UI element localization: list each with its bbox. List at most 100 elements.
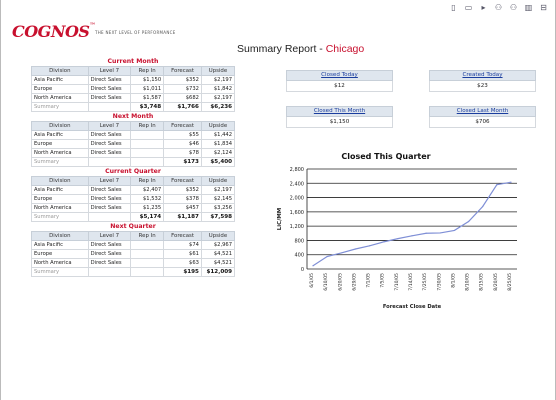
forecast-table: Division Level 7 Rep In Forecast Upside Asia …: [31, 121, 236, 167]
table-cell: Direct Sales: [87, 258, 132, 268]
summary-cell: $6,236: [200, 102, 236, 112]
table-cell: [130, 240, 165, 250]
closed-today-link[interactable]: Closed Today: [286, 70, 393, 81]
column-header: Forecast: [163, 176, 202, 186]
table-cell: $63: [163, 258, 202, 268]
column-header: Upside: [200, 66, 236, 76]
series-line: [312, 181, 512, 267]
summary-cell: [87, 212, 132, 222]
summary-cell: Summary: [31, 212, 89, 222]
table-cell: North America: [31, 148, 89, 158]
x-tick-label: 8/20/05: [493, 273, 499, 291]
x-tick-label: 7/30/05: [436, 273, 442, 291]
play-icon[interactable]: ▸: [478, 2, 489, 13]
table-cell: Asia Pacific: [31, 130, 89, 140]
summary-cell: [87, 267, 132, 277]
table-cell: $1,011: [130, 84, 165, 94]
summary-cell: [130, 267, 165, 277]
table-cell: $3,256: [200, 203, 236, 213]
report-toolbar: ▯ ▭ ▸ ⚇ ⚇ ▥ ⊟: [448, 2, 549, 13]
people-icon[interactable]: ⚇: [508, 2, 519, 13]
summary-cell: [87, 157, 132, 167]
chart-title: Closed This Quarter: [341, 152, 431, 161]
x-tick-label: 8/10/05: [465, 273, 471, 291]
table-row: North America Direct Sales $63 $4,521: [31, 258, 236, 268]
table-cell: Europe: [31, 194, 89, 204]
table-cell: $4,521: [200, 249, 236, 259]
table-cell: Direct Sales: [87, 93, 132, 103]
table-cell: $352: [163, 75, 202, 85]
forecast-table: Division Level 7 Rep In Forecast Upside Asia …: [31, 231, 236, 277]
table-row: Europe Direct Sales $1,011 $732 $1,842: [31, 84, 236, 94]
people-icon[interactable]: ⚇: [493, 2, 504, 13]
data-point: [467, 220, 470, 223]
column-header: Rep In: [130, 121, 165, 131]
column-header: Forecast: [163, 231, 202, 241]
table-row: North America Direct Sales $1,587 $682 $2,19…: [31, 93, 236, 103]
export-icon[interactable]: ⊟: [538, 2, 549, 13]
table-cell: [130, 148, 165, 158]
table-cell: $1,842: [200, 84, 236, 94]
column-header: Forecast: [163, 66, 202, 76]
page-icon[interactable]: ▯: [448, 2, 459, 13]
table-cell: $2,407: [130, 185, 165, 195]
created-today-link[interactable]: Created Today: [429, 70, 536, 81]
x-tick-label: 7/10/05: [394, 273, 400, 291]
table-cell: $1,532: [130, 194, 165, 204]
table-cell: Asia Pacific: [31, 185, 89, 195]
data-point: [439, 232, 441, 234]
x-tick-label: 7/5/05: [380, 273, 386, 288]
y-tick-label: 2,000: [290, 196, 304, 202]
data-point: [383, 241, 385, 243]
closed-today-value: $12: [286, 81, 393, 92]
report-page: COGNOS™ THE NEXT LEVEL OF PERFORMANCE ▯ …: [0, 0, 556, 400]
cognos-logo: COGNOS™: [12, 22, 95, 41]
table-cell: [130, 130, 165, 140]
column-header: Division: [31, 121, 89, 131]
data-point: [453, 229, 456, 232]
section-title: Next Month: [112, 113, 154, 120]
table-cell: Direct Sales: [87, 84, 132, 94]
column-header: Rep In: [130, 231, 165, 241]
table-cell: [130, 139, 165, 149]
table-cell: $46: [163, 139, 202, 149]
column-header: Upside: [200, 231, 236, 241]
column-header: Level 7: [87, 121, 132, 131]
table-cell: Direct Sales: [87, 185, 132, 195]
data-point: [368, 245, 371, 247]
table-cell: $61: [163, 249, 202, 259]
table-cell: $2,197: [200, 75, 236, 85]
y-tick-label: 400: [294, 253, 304, 259]
window-icon[interactable]: ▭: [463, 2, 474, 13]
table-row: Asia Pacific Direct Sales $2,407 $352 $2,197: [31, 185, 236, 195]
closed-this-month-value: $1,150: [286, 117, 393, 128]
x-axis-label: Forecast Close Date: [383, 304, 442, 310]
closed-last-month-link[interactable]: Closed Last Month: [429, 106, 536, 117]
summary-row: Summary $5,174 $1,187 $7,598: [31, 212, 236, 222]
table-cell: $378: [163, 194, 202, 204]
y-tick-label: 1,600: [290, 210, 304, 216]
y-tick-label: 2,400: [290, 181, 304, 187]
column-header: Upside: [200, 121, 236, 131]
page-title: Summary Report - Chicago: [237, 43, 365, 55]
closed-last-month-value: $706: [429, 117, 536, 128]
table-cell: Direct Sales: [87, 240, 132, 250]
column-header: Level 7: [87, 231, 132, 241]
section-title: Current Month: [107, 58, 159, 65]
closed-quarter-chart: 0 400 800 1,200 1,600 2,000 2,400 2,800 6/1/05 6/…: [277, 167, 517, 310]
city-name: Chicago: [325, 43, 365, 55]
column-header: Division: [31, 231, 89, 241]
table-cell: Direct Sales: [87, 194, 132, 204]
data-point: [340, 252, 342, 254]
table-row: Europe Direct Sales $61 $4,521: [31, 249, 236, 259]
x-tick-label: 8/25/05: [507, 273, 513, 291]
table-cell: North America: [31, 258, 89, 268]
table-cell: $457: [163, 203, 202, 213]
table-cell: Direct Sales: [87, 130, 132, 140]
forecast-table: Division Level 7 Rep In Forecast Upside Asia …: [31, 176, 236, 222]
closed-this-month-link[interactable]: Closed This Month: [286, 106, 393, 117]
y-tick-label: 0: [301, 267, 304, 273]
column-header: Level 7: [87, 66, 132, 76]
table-cell: Direct Sales: [87, 249, 132, 259]
chart-menu-icon[interactable]: ▥: [523, 2, 534, 13]
